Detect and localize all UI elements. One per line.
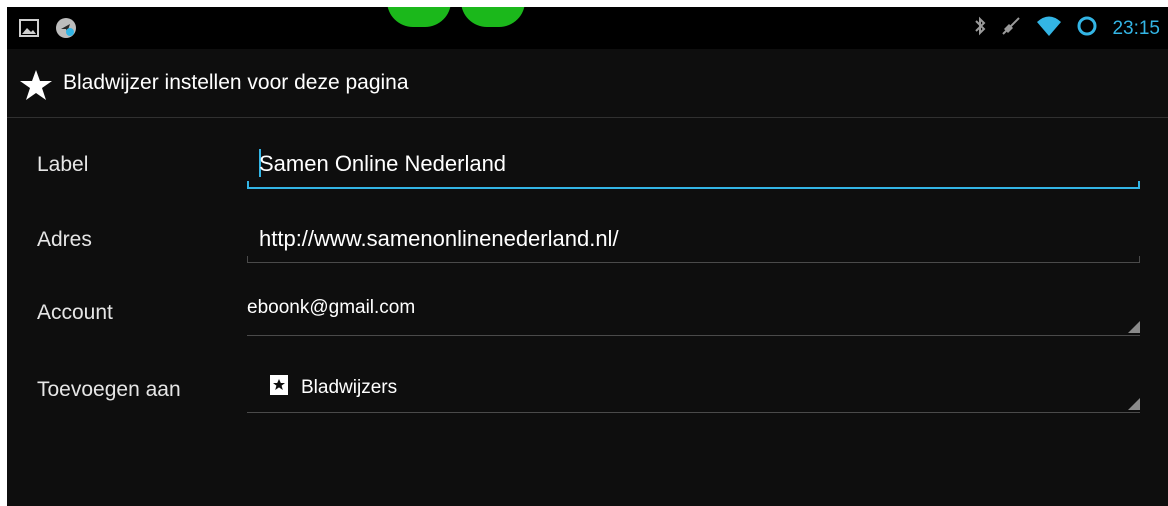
account-row: Account eboonk@gmail.com: [7, 285, 1168, 355]
app-notification-icon: [55, 17, 77, 44]
add-to-field-label: Toevoegen aan: [37, 378, 181, 401]
label-field-label: Label: [37, 153, 89, 176]
bluetooth-icon: [974, 16, 986, 41]
dialog-title-bar: Bladwijzer instellen voor deze pagina: [7, 49, 1168, 118]
address-input[interactable]: [259, 226, 1139, 252]
address-field-label: Adres: [37, 228, 92, 251]
label-input[interactable]: [259, 151, 1139, 177]
status-bar: 23:15: [7, 7, 1168, 49]
gallery-icon: [19, 18, 39, 43]
wifi-icon: [1036, 15, 1062, 42]
address-row: Adres: [7, 212, 1168, 282]
logo: [387, 7, 547, 27]
status-time: 23:15: [1112, 17, 1160, 39]
add-to-spinner[interactable]: Bladwijzers: [247, 370, 1140, 413]
account-spinner[interactable]: eboonk@gmail.com: [247, 293, 1140, 336]
account-value: eboonk@gmail.com: [247, 297, 416, 318]
dropdown-arrow-icon: [1128, 398, 1140, 410]
add-to-value: Bladwijzers: [269, 374, 397, 402]
bookmark-folder-icon: [269, 374, 289, 402]
address-field[interactable]: [247, 224, 1140, 264]
label-row: Label: [7, 137, 1168, 207]
label-field[interactable]: [247, 149, 1140, 189]
star-icon: [19, 69, 53, 106]
sync-icon: [1076, 15, 1098, 42]
dropdown-arrow-icon: [1128, 321, 1140, 333]
add-to-row: Toevoegen aan Bladwijzers: [7, 362, 1168, 432]
dialog-title: Bladwijzer instellen voor deze pagina: [63, 71, 409, 94]
add-to-value-text: Bladwijzers: [301, 377, 398, 398]
android-screen: 23:15 Bladwijzer instellen voor deze pag…: [7, 7, 1168, 506]
mute-icon: [1000, 15, 1022, 42]
account-field-label: Account: [37, 301, 113, 324]
